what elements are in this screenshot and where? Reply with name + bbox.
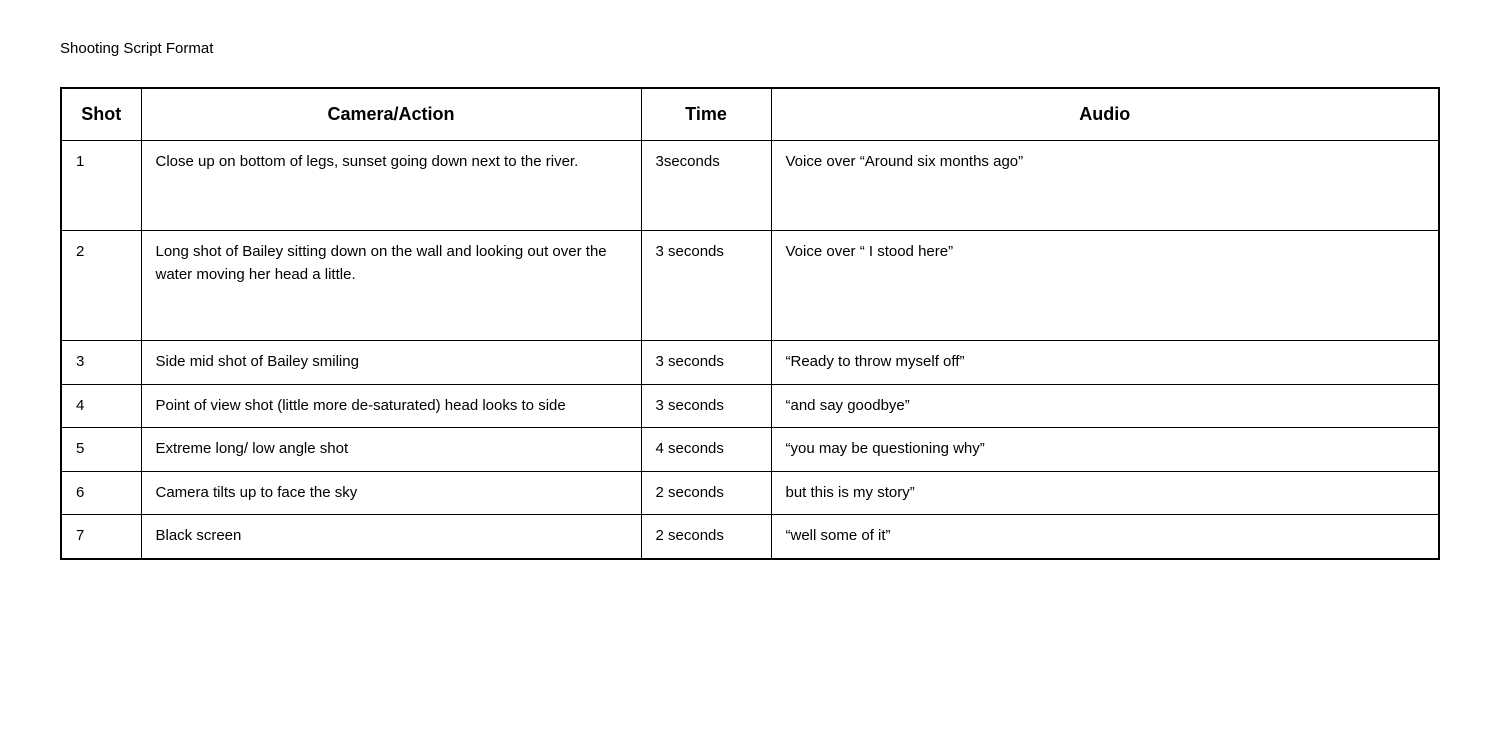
cell-camera-action: Extreme long/ low angle shot bbox=[141, 428, 641, 472]
cell-audio: Voice over “Around six months ago” bbox=[771, 141, 1439, 231]
header-audio: Audio bbox=[771, 88, 1439, 141]
cell-audio: “and say goodbye” bbox=[771, 384, 1439, 428]
cell-time: 2 seconds bbox=[641, 515, 771, 559]
table-header-row: Shot Camera/Action Time Audio bbox=[61, 88, 1439, 141]
cell-camera-action: Point of view shot (little more de-satur… bbox=[141, 384, 641, 428]
cell-time: 3seconds bbox=[641, 141, 771, 231]
cell-shot: 4 bbox=[61, 384, 141, 428]
cell-shot: 3 bbox=[61, 341, 141, 385]
header-camera-action: Camera/Action bbox=[141, 88, 641, 141]
cell-time: 3 seconds bbox=[641, 341, 771, 385]
cell-time: 2 seconds bbox=[641, 471, 771, 515]
cell-shot: 2 bbox=[61, 231, 141, 341]
cell-camera-action: Close up on bottom of legs, sunset going… bbox=[141, 141, 641, 231]
cell-camera-action: Camera tilts up to face the sky bbox=[141, 471, 641, 515]
cell-time: 3 seconds bbox=[641, 384, 771, 428]
cell-audio: but this is my story” bbox=[771, 471, 1439, 515]
table-row: 5Extreme long/ low angle shot4 seconds“y… bbox=[61, 428, 1439, 472]
cell-shot: 6 bbox=[61, 471, 141, 515]
cell-camera-action: Black screen bbox=[141, 515, 641, 559]
cell-shot: 7 bbox=[61, 515, 141, 559]
cell-audio: Voice over “ I stood here” bbox=[771, 231, 1439, 341]
table-row: 7Black screen2 seconds“well some of it” bbox=[61, 515, 1439, 559]
shooting-script-table: Shot Camera/Action Time Audio 1Close up … bbox=[60, 87, 1440, 560]
cell-time: 3 seconds bbox=[641, 231, 771, 341]
page-title: Shooting Script Format bbox=[60, 40, 1440, 57]
cell-camera-action: Long shot of Bailey sitting down on the … bbox=[141, 231, 641, 341]
cell-shot: 1 bbox=[61, 141, 141, 231]
cell-time: 4 seconds bbox=[641, 428, 771, 472]
cell-audio: “you may be questioning why” bbox=[771, 428, 1439, 472]
cell-audio: “Ready to throw myself off” bbox=[771, 341, 1439, 385]
cell-camera-action: Side mid shot of Bailey smiling bbox=[141, 341, 641, 385]
table-row: 4Point of view shot (little more de-satu… bbox=[61, 384, 1439, 428]
cell-shot: 5 bbox=[61, 428, 141, 472]
header-time: Time bbox=[641, 88, 771, 141]
table-row: 2Long shot of Bailey sitting down on the… bbox=[61, 231, 1439, 341]
header-shot: Shot bbox=[61, 88, 141, 141]
table-row: 6Camera tilts up to face the sky2 second… bbox=[61, 471, 1439, 515]
table-row: 3Side mid shot of Bailey smiling3 second… bbox=[61, 341, 1439, 385]
cell-audio: “well some of it” bbox=[771, 515, 1439, 559]
table-row: 1Close up on bottom of legs, sunset goin… bbox=[61, 141, 1439, 231]
